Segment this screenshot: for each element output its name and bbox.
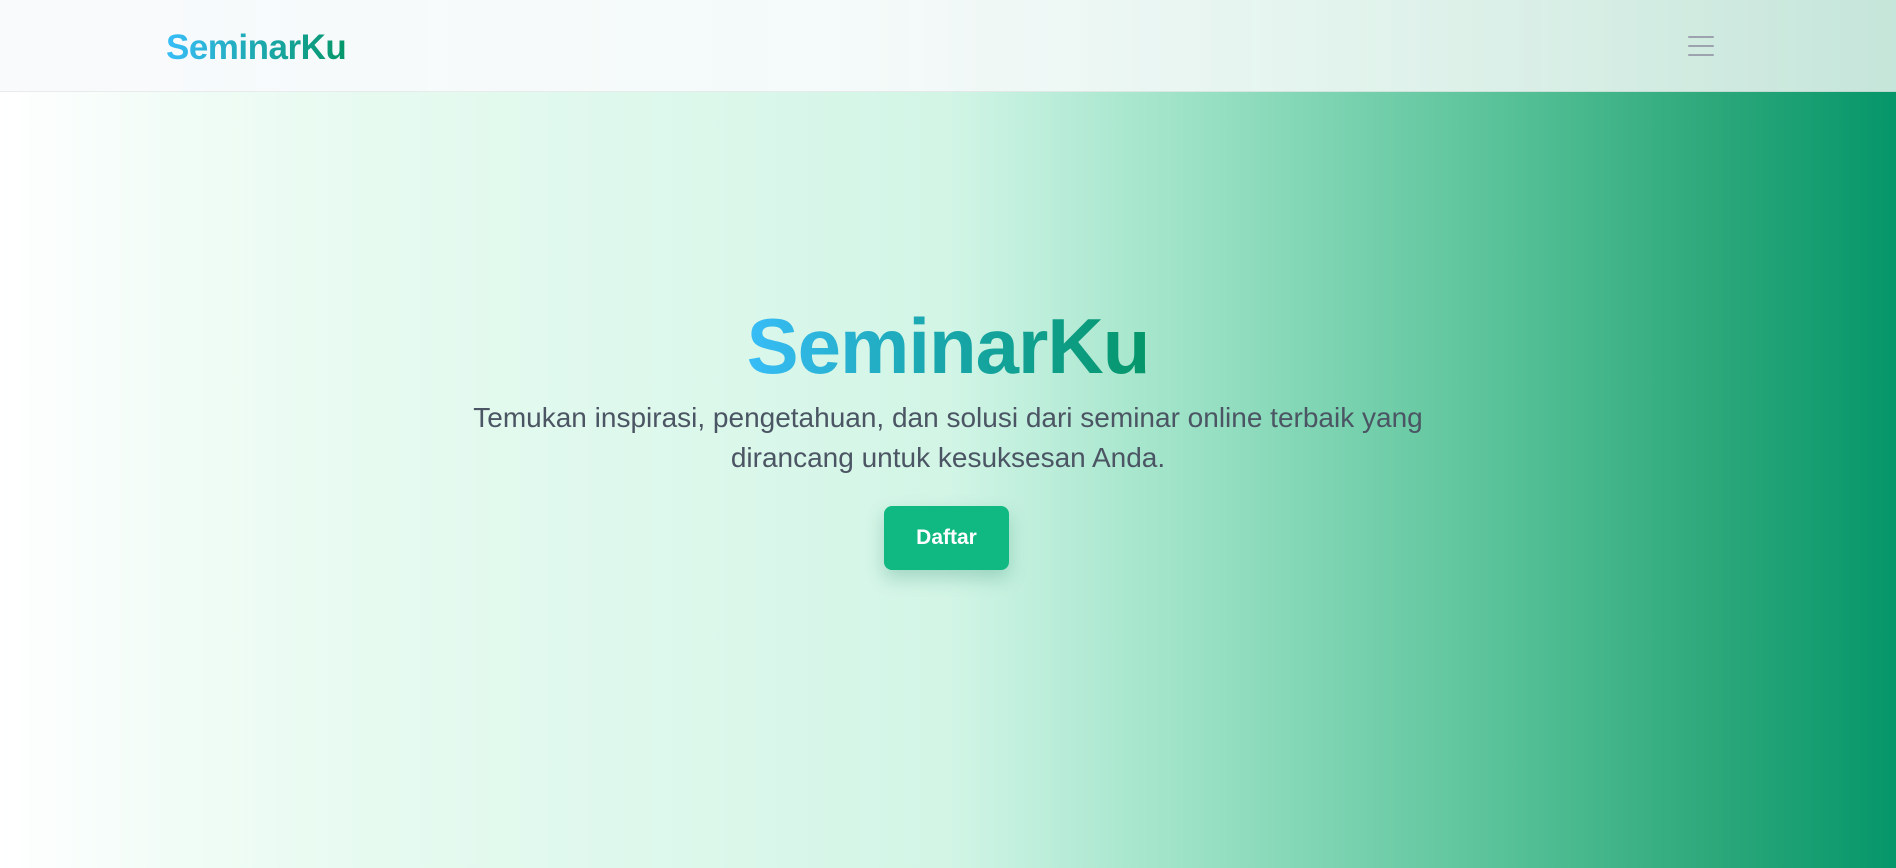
menu-bar — [1688, 36, 1714, 38]
hero-subtitle: Temukan inspirasi, pengetahuan, dan solu… — [473, 402, 1423, 473]
menu-bar — [1688, 45, 1714, 47]
hamburger-menu-icon[interactable] — [1686, 30, 1716, 60]
brand-logo-link[interactable]: SeminarKu — [166, 24, 347, 72]
hero-section: SeminarKu Temukan inspirasi, pengetahuan… — [0, 92, 1896, 868]
register-button[interactable]: Daftar — [884, 506, 1009, 570]
hero-title: SeminarKu — [0, 298, 1896, 394]
hero-title-text: SeminarKu — [746, 302, 1151, 390]
navbar: SeminarKu — [0, 0, 1896, 92]
menu-bar — [1688, 54, 1714, 56]
